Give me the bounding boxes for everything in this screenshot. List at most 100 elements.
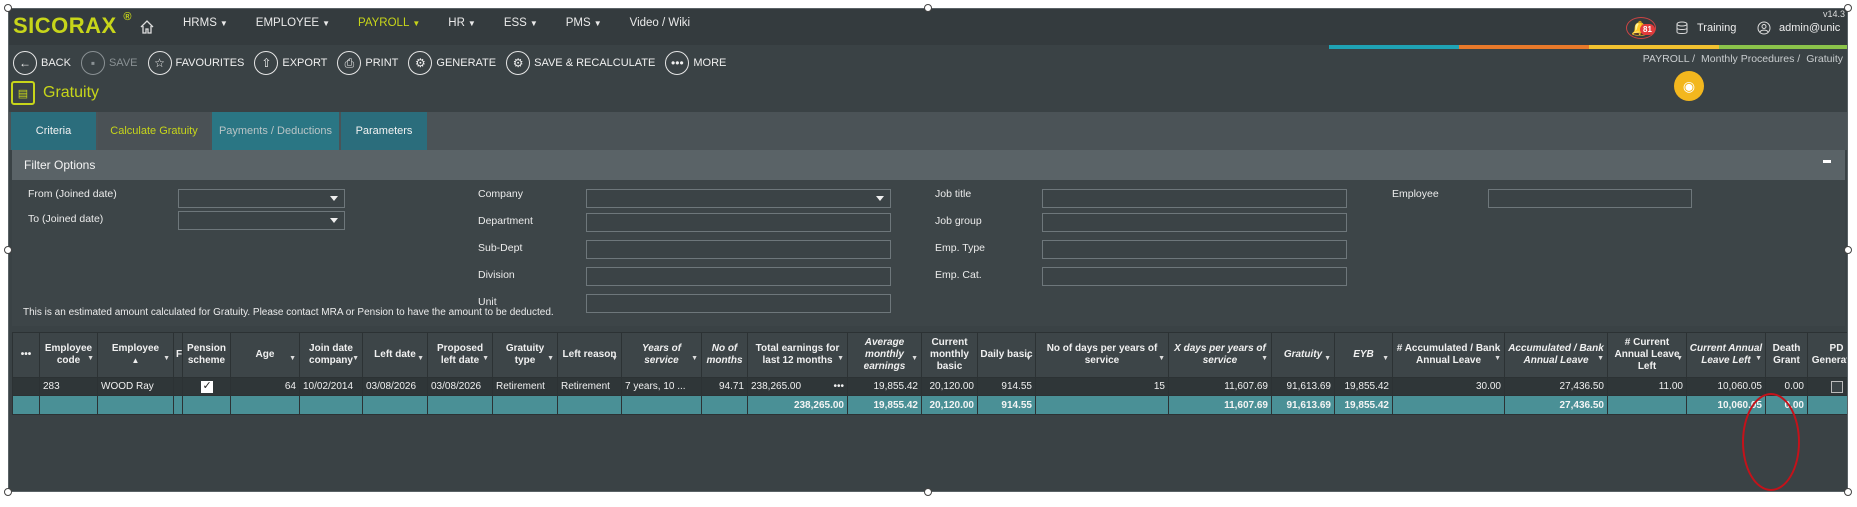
filter-icon[interactable]: ▼ — [1382, 353, 1389, 365]
col-gratuity-type[interactable]: Gratuity type ▼ — [492, 332, 558, 378]
table-row[interactable]: 283 WOOD Ray 64 10/02/2014 03/08/2026 03… — [12, 377, 1847, 396]
export-button[interactable]: ⇧ EXPORT — [254, 51, 327, 75]
filter-icon[interactable]: ▼ — [163, 353, 170, 365]
col-employee[interactable]: Employee ▲ ▼ — [97, 332, 174, 378]
col-age[interactable]: Age ▼ — [230, 332, 300, 378]
nav-ess[interactable]: ESS ▼ — [504, 17, 538, 29]
emp-type-input[interactable] — [1042, 240, 1347, 259]
pd-generated-checkbox[interactable] — [1830, 380, 1843, 393]
to-date-select[interactable] — [178, 211, 345, 230]
filter-icon[interactable]: ▼ — [611, 353, 618, 365]
more-button[interactable]: ••• MORE — [665, 51, 726, 75]
filter-icon[interactable]: ▼ — [1597, 353, 1604, 365]
filter-icon[interactable]: ▼ — [1676, 353, 1683, 365]
save-recalculate-button[interactable]: ⚙ SAVE & RECALCULATE — [506, 51, 655, 75]
col-f[interactable]: F — [173, 332, 183, 378]
camera-icon[interactable]: ◉ — [1674, 71, 1704, 101]
col-no-of-days[interactable]: No of days per years of service ▼ — [1035, 332, 1169, 378]
emp-cat-input[interactable] — [1042, 267, 1347, 286]
nav-hrms[interactable]: HRMS ▼ — [183, 17, 228, 29]
nav-payroll[interactable]: PAYROLL ▼ — [358, 17, 420, 29]
tab-payments-deductions[interactable]: Payments / Deductions — [212, 112, 339, 150]
col-left-reason[interactable]: Left reason ▼ — [557, 332, 622, 378]
col-accumulated-bank-leave[interactable]: Accumulated / Bank Annual Leave ▼ — [1504, 332, 1608, 378]
tab-parameters[interactable]: Parameters — [341, 112, 427, 150]
collapse-icon[interactable] — [1823, 160, 1831, 163]
col-accumulated-bank-leave-count[interactable]: # Accumulated / Bank Annual Leave ▼ — [1392, 332, 1505, 378]
save-button[interactable]: ▪ SAVE — [80, 51, 138, 75]
tab-criteria[interactable]: Criteria — [11, 112, 96, 150]
job-title-input[interactable] — [1042, 189, 1347, 208]
nav-pms[interactable]: PMS ▼ — [566, 17, 602, 29]
resize-handle[interactable] — [924, 4, 932, 12]
filter-icon[interactable]: ▼ — [289, 353, 296, 365]
filter-icon[interactable]: ▼ — [691, 353, 698, 365]
col-employee-code[interactable]: Employee code ▼ — [39, 332, 98, 378]
filter-icon[interactable]: ▼ — [1261, 353, 1268, 365]
filter-icon[interactable]: ▼ — [87, 353, 94, 365]
filter-icon[interactable]: ▼ — [837, 353, 844, 365]
job-group-input[interactable] — [1042, 213, 1347, 232]
filter-icon[interactable]: ▼ — [352, 353, 359, 365]
grid-menu-icon[interactable]: ••• — [12, 332, 40, 378]
department-input[interactable] — [586, 213, 891, 232]
notifications-button[interactable]: 🔔 81 — [1626, 17, 1656, 39]
filter-icon[interactable]: ▼ — [911, 353, 918, 365]
col-total-earnings[interactable]: Total earnings for last 12 months ▼ — [747, 332, 848, 378]
home-icon[interactable] — [139, 19, 155, 35]
breadcrumb-monthly-procedures[interactable]: Monthly Procedures / — [1701, 53, 1800, 65]
col-pension-scheme[interactable]: Pension scheme — [182, 332, 231, 378]
pension-checkbox[interactable] — [200, 379, 213, 393]
subdept-input[interactable] — [586, 240, 891, 259]
col-eyb[interactable]: EYB ▼ — [1334, 332, 1393, 378]
logo[interactable]: SICORAX ® — [13, 11, 132, 39]
filter-icon[interactable]: ▼ — [1324, 353, 1331, 365]
col-left-date[interactable]: Left date ▼ — [362, 332, 428, 378]
nav-employee[interactable]: EMPLOYEE ▼ — [256, 17, 330, 29]
resize-handle[interactable] — [1844, 246, 1852, 254]
col-daily-basic[interactable]: Daily basic ▼ — [977, 332, 1036, 378]
col-gratuity[interactable]: Gratuity ▼ — [1271, 332, 1335, 378]
unit-input[interactable] — [586, 294, 891, 313]
col-pd-generated[interactable]: PD Generated — [1807, 332, 1847, 378]
user-menu[interactable]: admin@unic — [1757, 21, 1840, 35]
col-no-of-months[interactable]: No of months — [701, 332, 748, 378]
resize-handle[interactable] — [1844, 488, 1852, 496]
generate-button[interactable]: ⚙ GENERATE — [408, 51, 496, 75]
col-current-monthly-basic[interactable]: Current monthly basic — [921, 332, 978, 378]
database-selector[interactable]: Training — [1675, 21, 1736, 35]
resize-handle[interactable] — [4, 246, 12, 254]
employee-input[interactable] — [1488, 189, 1692, 208]
filter-icon[interactable]: ▼ — [1755, 353, 1762, 365]
division-input[interactable] — [586, 267, 891, 286]
col-years-of-service[interactable]: Years of service ▼ — [621, 332, 702, 378]
col-average-monthly-earnings[interactable]: Average monthly earnings ▼ — [847, 332, 922, 378]
ellipsis-icon[interactable]: ••• — [833, 381, 844, 392]
col-current-leave[interactable]: Current Annual Leave Left ▼ — [1686, 332, 1766, 378]
nav-hr[interactable]: HR ▼ — [448, 17, 476, 29]
col-x-days[interactable]: X days per years of service ▼ — [1168, 332, 1272, 378]
col-join-date[interactable]: Join date company ▼ — [299, 332, 363, 378]
col-proposed-left-date[interactable]: Proposed left date ▼ — [427, 332, 493, 378]
filter-icon[interactable]: ▼ — [1494, 353, 1501, 365]
resize-handle[interactable] — [1844, 4, 1852, 12]
filter-header[interactable]: Filter Options — [12, 150, 1845, 180]
col-current-leave-count[interactable]: # Current Annual Leave Left ▼ — [1607, 332, 1687, 378]
filter-icon[interactable]: ▼ — [417, 353, 424, 365]
company-select[interactable] — [586, 189, 891, 208]
tab-calculate-gratuity[interactable]: Calculate Gratuity — [98, 112, 210, 150]
resize-handle[interactable] — [924, 488, 932, 496]
breadcrumb-payroll[interactable]: PAYROLL / — [1643, 53, 1695, 65]
resize-handle[interactable] — [4, 4, 12, 12]
favourites-button[interactable]: ☆ FAVOURITES — [147, 51, 244, 75]
col-death-grant[interactable]: Death Grant — [1765, 332, 1808, 378]
from-date-select[interactable] — [178, 189, 345, 208]
print-button[interactable]: ⎙ PRINT — [337, 51, 398, 75]
nav-video-wiki[interactable]: Video / Wiki — [630, 17, 691, 29]
filter-icon[interactable]: ▼ — [1158, 353, 1165, 365]
filter-icon[interactable]: ▼ — [482, 353, 489, 365]
resize-handle[interactable] — [4, 488, 12, 496]
back-button[interactable]: ← BACK — [13, 51, 71, 75]
filter-icon[interactable]: ▼ — [1025, 353, 1032, 365]
filter-icon[interactable]: ▼ — [547, 353, 554, 365]
